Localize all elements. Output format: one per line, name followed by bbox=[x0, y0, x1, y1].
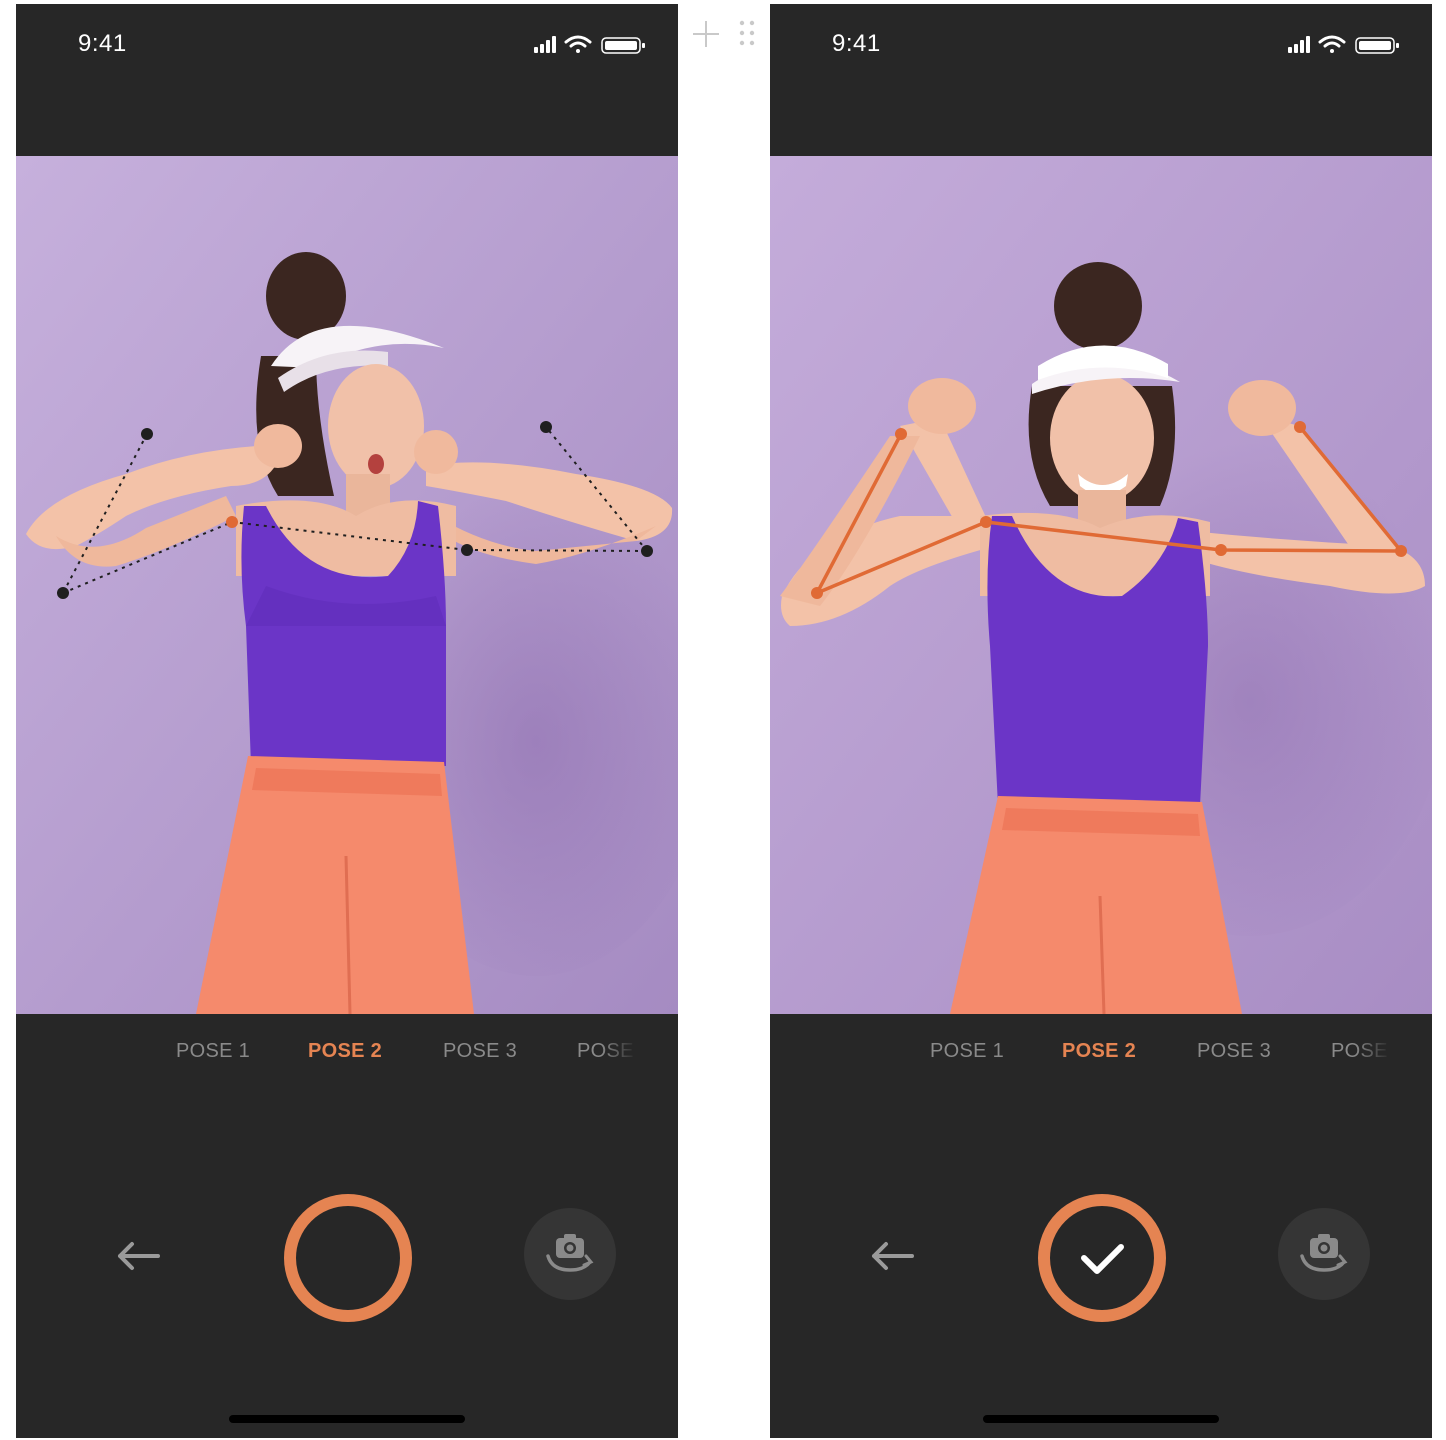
phone-screen-pose-matched: 9:41 POSE 1 POSE 2 POSE 3 POSE bbox=[770, 4, 1432, 1438]
skeleton-joint bbox=[980, 516, 992, 528]
tab-pose-2[interactable]: POSE 2 bbox=[1062, 1040, 1136, 1063]
shutter-button[interactable] bbox=[282, 1192, 414, 1324]
arrow-left-icon bbox=[872, 1242, 914, 1270]
guide-joint-active bbox=[226, 516, 238, 528]
skeleton-joint bbox=[895, 428, 907, 440]
home-indicator bbox=[229, 1415, 465, 1423]
skeleton-joint bbox=[1395, 545, 1407, 557]
pose-selector: POSE 1 POSE 2 POSE 3 POSE 4 bbox=[770, 1040, 1432, 1074]
back-button[interactable] bbox=[866, 1234, 918, 1278]
drag-handle-icon[interactable] bbox=[736, 18, 758, 50]
status-time: 9:41 bbox=[78, 30, 127, 57]
camera-flip-icon bbox=[546, 1234, 594, 1272]
battery-icon bbox=[1355, 37, 1399, 54]
camera-preview bbox=[770, 156, 1432, 1014]
cellular-signal-icon bbox=[534, 36, 556, 53]
guide-joint bbox=[540, 421, 552, 433]
flip-camera-button[interactable] bbox=[1278, 1208, 1370, 1300]
back-button[interactable] bbox=[112, 1234, 164, 1278]
tab-pose-3[interactable]: POSE 3 bbox=[1197, 1040, 1271, 1063]
phone-screen-pose-guide: 9:41 POSE 1 POSE 2 POSE 3 POSE bbox=[16, 4, 678, 1438]
home-indicator bbox=[983, 1415, 1219, 1423]
cellular-signal-icon bbox=[1288, 36, 1310, 53]
skeleton-joint bbox=[1215, 544, 1227, 556]
flip-camera-button[interactable] bbox=[524, 1208, 616, 1300]
battery-icon bbox=[601, 37, 645, 54]
checkmark-icon bbox=[1081, 1244, 1124, 1274]
wifi-icon bbox=[564, 35, 592, 53]
plus-icon[interactable] bbox=[690, 18, 722, 50]
arrow-left-icon bbox=[118, 1242, 160, 1270]
guide-joint bbox=[141, 428, 153, 440]
status-icons bbox=[1288, 32, 1408, 56]
camera-flip-icon bbox=[1300, 1234, 1348, 1272]
tab-pose-4[interactable]: POSE 4 bbox=[577, 1040, 637, 1063]
guide-joint bbox=[641, 545, 653, 557]
status-time: 9:41 bbox=[832, 30, 881, 57]
skeleton-joint bbox=[811, 587, 823, 599]
guide-joint bbox=[57, 587, 69, 599]
tab-pose-1[interactable]: POSE 1 bbox=[176, 1040, 250, 1063]
guide-joint bbox=[461, 544, 473, 556]
shutter-confirm-button[interactable] bbox=[1036, 1192, 1168, 1324]
design-canvas: 9:41 POSE 1 POSE 2 POSE 3 POSE 9:41 POSE… bbox=[0, 0, 1446, 1440]
status-icons bbox=[534, 32, 654, 56]
camera-preview bbox=[16, 156, 678, 1014]
skeleton-joint bbox=[1294, 421, 1306, 433]
wifi-icon bbox=[1318, 35, 1346, 53]
tab-pose-2[interactable]: POSE 2 bbox=[308, 1040, 382, 1063]
tab-pose-3[interactable]: POSE 3 bbox=[443, 1040, 517, 1063]
tab-pose-4[interactable]: POSE 4 bbox=[1331, 1040, 1391, 1063]
pose-selector: POSE 1 POSE 2 POSE 3 POSE 4 bbox=[16, 1040, 678, 1074]
tab-pose-1[interactable]: POSE 1 bbox=[930, 1040, 1004, 1063]
